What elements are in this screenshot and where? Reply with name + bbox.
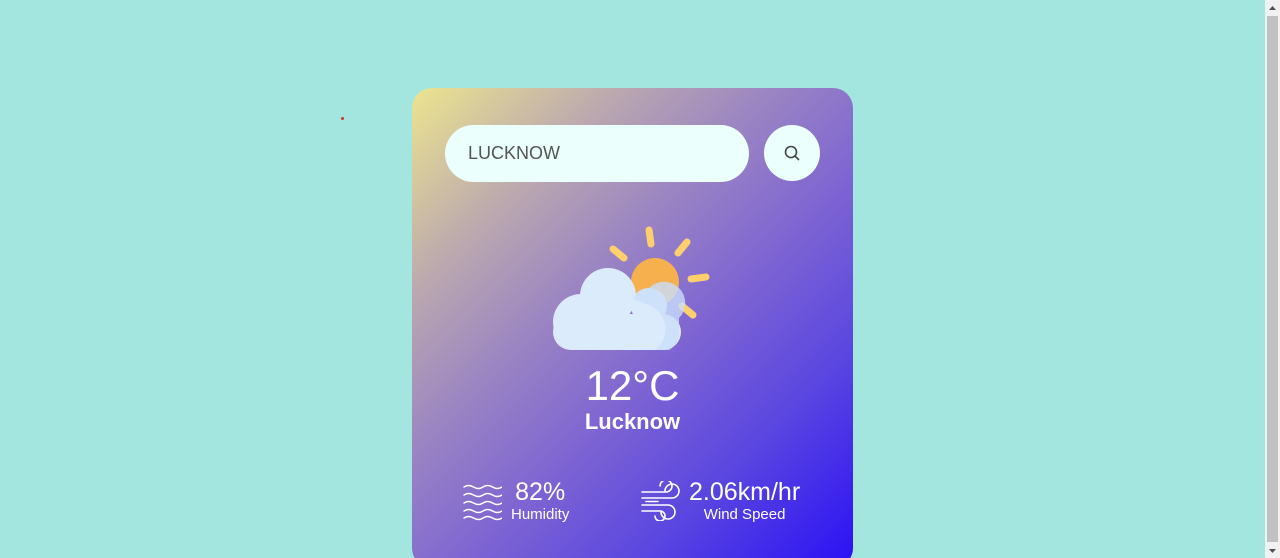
partly-cloudy-icon <box>553 226 710 350</box>
search-icon <box>784 145 800 161</box>
city-name: Lucknow <box>584 409 681 434</box>
vertical-scrollbar[interactable] <box>1265 0 1280 558</box>
humidity-waves-icon <box>463 484 502 521</box>
wind-stat: 2.06km/hr Wind Speed <box>640 478 800 524</box>
scrollbar-thumb[interactable] <box>1267 16 1278 542</box>
scroll-down-arrow-icon[interactable] <box>1265 543 1280 558</box>
wind-label: Wind Speed <box>703 506 786 523</box>
page: 12°C Lucknow 82% Humidity <box>0 0 1280 558</box>
humidity-text: 82% Humidity <box>511 478 569 524</box>
scroll-up-arrow-icon[interactable] <box>1265 0 1280 15</box>
wind-icon <box>641 481 680 521</box>
humidity-value: 82% <box>515 478 566 506</box>
humidity-stat: 82% Humidity <box>462 478 569 524</box>
stray-dot <box>341 117 344 120</box>
wind-value: 2.06km/hr <box>689 478 801 506</box>
temperature: 12°C <box>585 362 680 409</box>
weather-card: 12°C Lucknow 82% Humidity <box>412 88 853 558</box>
city-search-input[interactable] <box>445 125 749 182</box>
humidity-label: Humidity <box>511 506 570 523</box>
wind-text: 2.06km/hr Wind Speed <box>689 478 800 524</box>
search-button[interactable] <box>764 125 820 181</box>
